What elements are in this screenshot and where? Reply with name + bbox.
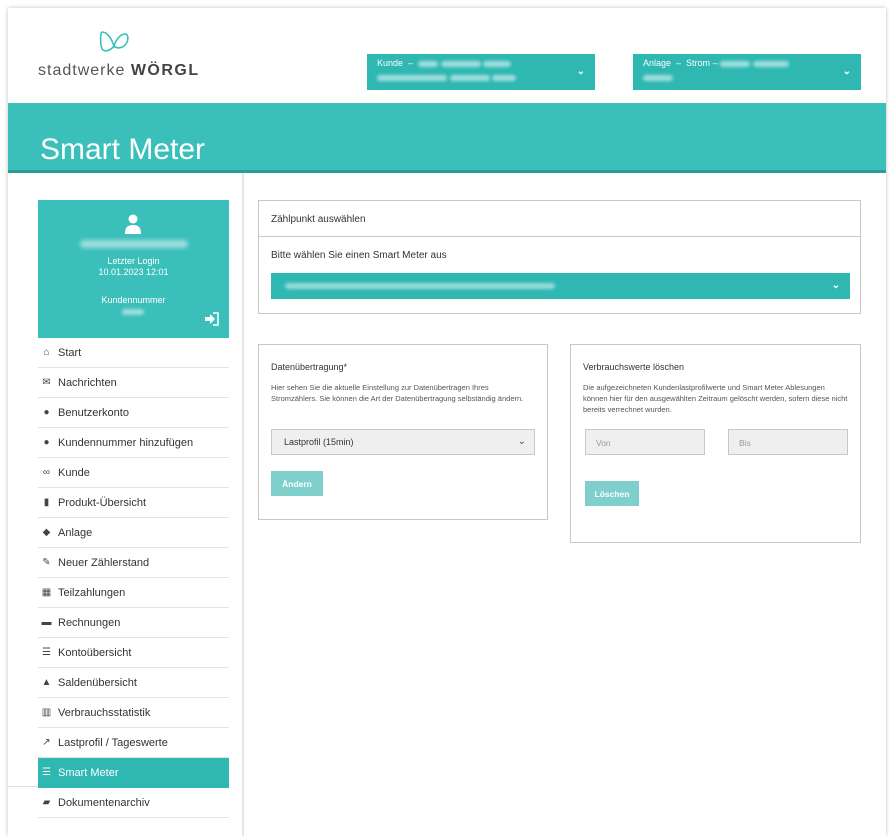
sidebar-item-anlage[interactable]: ◆ Anlage — [38, 518, 229, 548]
line-chart-icon: ↗ — [42, 737, 51, 748]
sidebar-item-label: Kontoübersicht — [58, 646, 132, 659]
profile-card: Letzter Login 10.01.2023 12:01 Kundennum… — [38, 200, 229, 338]
file-icon: ▮ — [43, 497, 50, 508]
user-plus-icon: ● — [43, 437, 50, 448]
sidebar-item-label: Nachrichten — [58, 376, 117, 389]
sidebar-item-label: Lastprofil / Tageswerte — [58, 736, 168, 749]
sidebar-item-label: Smart Meter — [58, 766, 119, 779]
sidebar-item-label: Produkt-Übersicht — [58, 496, 147, 509]
page-title: Smart Meter — [40, 133, 206, 166]
money-icon: ▬ — [41, 617, 52, 628]
sidebar-nav: ⌂ Start ✉ Nachrichten ● Benutzerkonto ● Kundenn… — [38, 338, 229, 818]
customer-number-value — [122, 309, 144, 315]
page-banner: Smart Meter — [8, 103, 886, 171]
sidebar-item-dokumentenarchiv[interactable]: ▰ Dokumentenarchiv — [38, 788, 229, 818]
sidebar-item-label: Teilzahlungen — [58, 586, 126, 599]
chevron-down-icon: ⌄ — [831, 280, 840, 291]
site-header: stadtwerke WÖRGL Kunde – ⌄ Anlage – Stro… — [8, 8, 886, 103]
last-login-label: Letzter Login — [107, 256, 160, 266]
sidebar-item-produkt-übersicht[interactable]: ▮ Produkt-Übersicht — [38, 488, 229, 518]
user-icon: ● — [43, 407, 50, 418]
sidebar-item-start[interactable]: ⌂ Start — [38, 338, 229, 368]
cube-icon: ◆ — [42, 527, 51, 538]
logo-wordmark[interactable]: stadtwerke WÖRGL — [38, 62, 200, 80]
calculator-icon: ▦ — [41, 587, 52, 598]
chevron-down-icon: ⌄ — [517, 436, 526, 447]
chevron-down-icon: ⌄ — [842, 66, 851, 77]
envelope-icon: ✉ — [42, 377, 51, 388]
panel-heading: Zählpunkt auswählen — [259, 201, 860, 237]
sidebar-item-label: Start — [58, 346, 82, 359]
panel-description: Hier sehen Sie die aktuelle Einstellung … — [271, 383, 524, 403]
chevron-down-icon: ⌄ — [576, 66, 585, 77]
transfer-mode-select[interactable]: Lastprofil (15min) ⌄ — [271, 429, 535, 455]
sidebar-item-label: Dokumentenarchiv — [58, 796, 150, 809]
last-login-value: 10.01.2023 12:01 — [98, 267, 169, 277]
sidebar-item-label: Saldenübersicht — [58, 676, 137, 689]
plant-select[interactable]: Anlage – Strom – ⌄ — [633, 54, 861, 90]
panel-title: Datenübertragung* — [271, 362, 348, 372]
area-chart-icon: ▲ — [41, 677, 52, 688]
date-from-input[interactable]: Von — [585, 429, 705, 455]
logo-icon[interactable] — [98, 30, 130, 56]
sidebar-item-kunde[interactable]: ∞ Kunde — [38, 458, 229, 488]
sidebar-item-nachrichten[interactable]: ✉ Nachrichten — [38, 368, 229, 398]
sidebar-item-teilzahlungen[interactable]: ▦ Teilzahlungen — [38, 578, 229, 608]
user-name — [80, 240, 188, 248]
sidebar-item-kontoübersicht[interactable]: ☰ Kontoübersicht — [38, 638, 229, 668]
sidebar-item-benutzerkonto[interactable]: ● Benutzerkonto — [38, 398, 229, 428]
sidebar-item-verbrauchsstatistik[interactable]: ▥ Verbrauchsstatistik — [38, 698, 229, 728]
customer-number-label: Kundennummer — [101, 295, 166, 305]
sidebar-item-label: Benutzerkonto — [58, 406, 129, 419]
list-icon: ☰ — [42, 647, 51, 658]
sliders-icon: ☰ — [42, 767, 51, 778]
panel-title: Verbrauchswerte löschen — [583, 362, 685, 372]
customer-select[interactable]: Kunde – ⌄ — [367, 54, 595, 90]
data-transfer-panel: Datenübertragung* Hier sehen Sie die akt… — [258, 344, 548, 520]
delete-button[interactable]: Löschen — [585, 481, 639, 506]
change-button[interactable]: Ändern — [271, 471, 323, 496]
delete-values-panel: Verbrauchswerte löschen Die aufgezeichne… — [570, 344, 861, 543]
sidebar-item-neuer-zählerstand[interactable]: ✎ Neuer Zählerstand — [38, 548, 229, 578]
sidebar-item-label: Rechnungen — [58, 616, 121, 629]
date-to-input[interactable]: Bis — [728, 429, 848, 455]
meter-select-panel: Zählpunkt auswählen Bitte wählen Sie ein… — [258, 200, 861, 314]
meter-select-prompt: Bitte wählen Sie einen Smart Meter aus — [271, 250, 447, 261]
sidebar-item-rechnungen[interactable]: ▬ Rechnungen — [38, 608, 229, 638]
home-icon: ⌂ — [43, 347, 50, 358]
sidebar-item-saldenübersicht[interactable]: ▲ Saldenübersicht — [38, 668, 229, 698]
sidebar-item-lastprofil-tageswerte[interactable]: ↗ Lastprofil / Tageswerte — [38, 728, 229, 758]
sidebar-item-label: Kunde — [58, 466, 90, 479]
pencil-icon: ✎ — [42, 557, 51, 568]
folder-open-icon: ▰ — [42, 797, 51, 808]
sidebar-item-smart-meter[interactable]: ☰ Smart Meter — [38, 758, 229, 788]
panel-description: Die aufgezeichneten Kundenlastprofilwert… — [583, 383, 848, 414]
sidebar-item-label: Kundennummer hinzufügen — [58, 436, 194, 449]
sidebar-item-label: Neuer Zählerstand — [58, 556, 150, 569]
app-window: stadtwerke WÖRGL Kunde – ⌄ Anlage – Stro… — [8, 8, 886, 836]
bar-chart-icon: ▥ — [41, 707, 52, 718]
sign-in-icon[interactable] — [204, 312, 220, 326]
sidebar-item-label: Verbrauchsstatistik — [58, 706, 151, 719]
user-icon — [125, 214, 141, 234]
sidebar-item-kundennummer-hinzufügen[interactable]: ● Kundennummer hinzufügen — [38, 428, 229, 458]
link-icon: ∞ — [42, 467, 51, 478]
smart-meter-select[interactable]: ⌄ — [271, 273, 850, 299]
sidebar-item-label: Anlage — [58, 526, 93, 539]
